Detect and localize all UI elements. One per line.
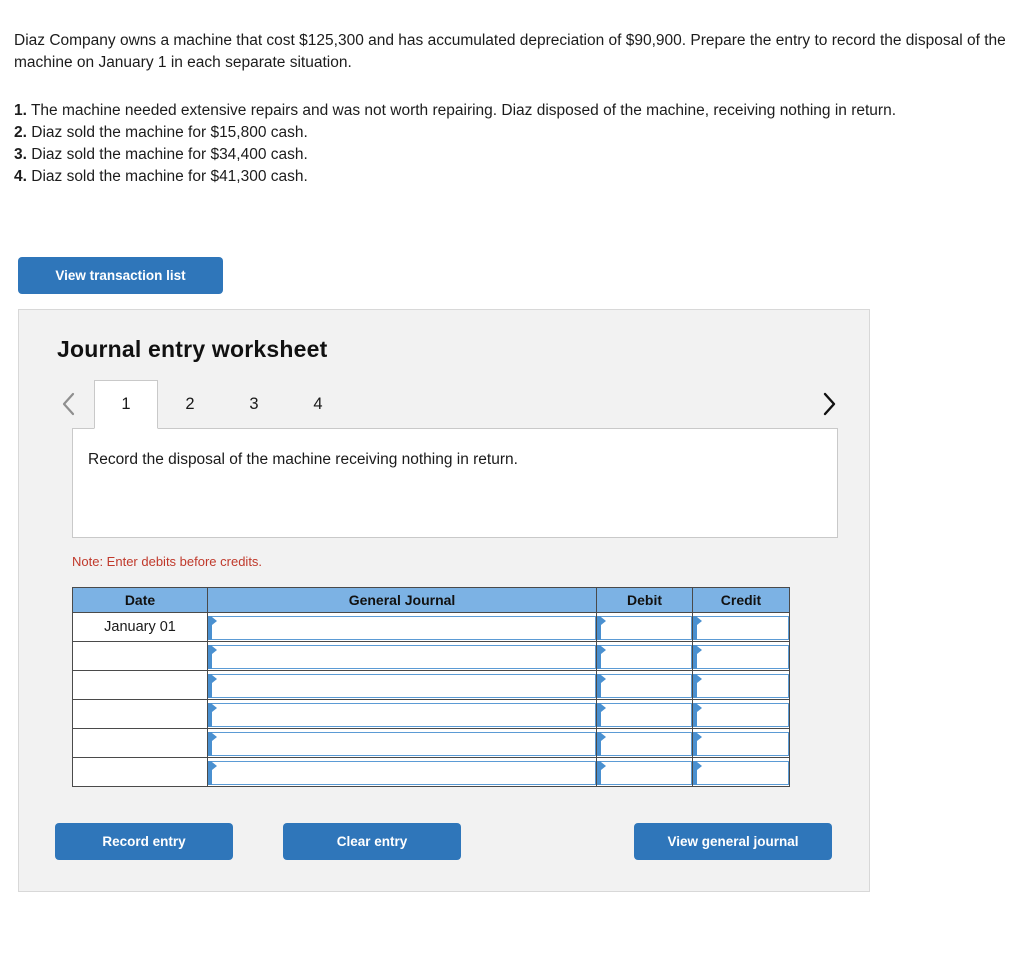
general-journal-input[interactable] <box>208 731 596 756</box>
date-cell[interactable] <box>72 641 208 671</box>
problem-statement: Diaz Company owns a machine that cost $1… <box>14 30 1010 74</box>
worksheet-title: Journal entry worksheet <box>57 336 328 362</box>
credit-input[interactable] <box>693 702 789 727</box>
general-journal-cell <box>207 670 597 700</box>
situation-text: The machine needed extensive repairs and… <box>30 102 897 119</box>
view-transaction-list-button[interactable]: View transaction list <box>18 257 223 294</box>
credit-cell <box>692 728 790 758</box>
tab-label: 4 <box>313 395 323 413</box>
table-row: January 01 <box>72 612 790 642</box>
date-cell[interactable] <box>72 670 208 700</box>
credit-cell <box>692 641 790 671</box>
chevron-left-icon <box>61 391 77 417</box>
situation-text: Diaz sold the machine for $41,300 cash. <box>31 168 308 185</box>
tab-label: 1 <box>121 395 131 413</box>
debit-input[interactable] <box>597 644 692 669</box>
general-journal-input[interactable] <box>208 702 596 727</box>
debit-cell <box>596 757 693 787</box>
debit-input[interactable] <box>597 673 692 698</box>
debit-input[interactable] <box>597 702 692 727</box>
debit-input[interactable] <box>597 615 692 640</box>
table-row <box>72 699 790 729</box>
debit-cell <box>596 699 693 729</box>
credit-cell <box>692 670 790 700</box>
table-row <box>72 757 790 787</box>
table-row <box>72 728 790 758</box>
journal-entry-worksheet-panel: Journal entry worksheet 1 2 3 4 Record t… <box>18 309 870 892</box>
general-journal-input[interactable] <box>208 673 596 698</box>
debit-input[interactable] <box>597 760 692 785</box>
journal-entry-table: Date General Journal Debit Credit Januar… <box>72 587 790 787</box>
situation-item: 4. Diaz sold the machine for $41,300 cas… <box>14 166 1014 188</box>
credit-input[interactable] <box>693 673 789 698</box>
view-general-journal-button[interactable]: View general journal <box>634 823 832 860</box>
date-cell[interactable] <box>72 699 208 729</box>
instruction-text: Record the disposal of the machine recei… <box>88 451 518 468</box>
general-journal-input[interactable] <box>208 760 596 785</box>
date-cell[interactable] <box>72 757 208 787</box>
chevron-right-icon <box>821 391 837 417</box>
column-header-credit: Credit <box>692 587 790 613</box>
debit-cell <box>596 612 693 642</box>
date-cell[interactable]: January 01 <box>72 612 208 642</box>
general-journal-input[interactable] <box>208 644 596 669</box>
credit-input[interactable] <box>693 644 789 669</box>
credit-input[interactable] <box>693 731 789 756</box>
situation-text: Diaz sold the machine for $34,400 cash. <box>31 146 308 163</box>
record-entry-button[interactable]: Record entry <box>55 823 233 860</box>
general-journal-cell <box>207 612 597 642</box>
prev-entry-button[interactable] <box>55 385 83 423</box>
table-row <box>72 670 790 700</box>
general-journal-cell <box>207 699 597 729</box>
column-header-debit: Debit <box>596 587 693 613</box>
worksheet-tab-4[interactable]: 4 <box>286 380 350 428</box>
general-journal-cell <box>207 641 597 671</box>
situation-number: 3. <box>14 146 27 163</box>
situation-item: 2. Diaz sold the machine for $15,800 cas… <box>14 122 1014 144</box>
situations-list: 1. The machine needed extensive repairs … <box>14 100 1014 188</box>
situation-number: 1. <box>14 102 27 119</box>
situation-number: 4. <box>14 168 27 185</box>
debit-cell <box>596 641 693 671</box>
clear-entry-button[interactable]: Clear entry <box>283 823 461 860</box>
worksheet-tab-1[interactable]: 1 <box>94 380 158 429</box>
tab-label: 2 <box>185 395 195 413</box>
worksheet-tab-2[interactable]: 2 <box>158 380 222 428</box>
situation-text: Diaz sold the machine for $15,800 cash. <box>31 124 308 141</box>
situation-item: 3. Diaz sold the machine for $34,400 cas… <box>14 144 1014 166</box>
credit-input[interactable] <box>693 760 789 785</box>
credit-input[interactable] <box>693 615 789 640</box>
problem-statement-text: Diaz Company owns a machine that cost $1… <box>14 32 1006 71</box>
situation-number: 2. <box>14 124 27 141</box>
date-cell[interactable] <box>72 728 208 758</box>
worksheet-tab-3[interactable]: 3 <box>222 380 286 428</box>
debit-cell <box>596 728 693 758</box>
table-header-row: Date General Journal Debit Credit <box>72 587 790 613</box>
worksheet-tabbar: 1 2 3 4 <box>55 380 843 429</box>
column-header-date: Date <box>72 587 208 613</box>
next-entry-button[interactable] <box>815 385 843 423</box>
general-journal-input[interactable] <box>208 615 596 640</box>
debits-before-credits-note: Note: Enter debits before credits. <box>72 554 263 569</box>
table-row <box>72 641 790 671</box>
situation-item: 1. The machine needed extensive repairs … <box>14 100 1014 122</box>
debit-cell <box>596 670 693 700</box>
tab-label: 3 <box>249 395 259 413</box>
credit-cell <box>692 612 790 642</box>
instruction-box: Record the disposal of the machine recei… <box>72 428 838 538</box>
page-root: Diaz Company owns a machine that cost $1… <box>0 0 1024 957</box>
column-header-general-journal: General Journal <box>207 587 597 613</box>
credit-cell <box>692 699 790 729</box>
credit-cell <box>692 757 790 787</box>
worksheet-tabs: 1 2 3 4 <box>94 380 350 429</box>
debit-input[interactable] <box>597 731 692 756</box>
general-journal-cell <box>207 728 597 758</box>
general-journal-cell <box>207 757 597 787</box>
